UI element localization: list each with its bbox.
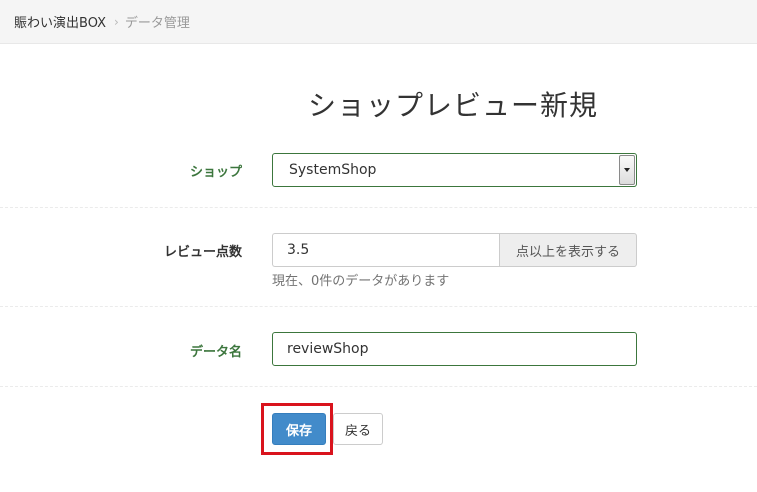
shop-select-value: SystemShop <box>289 162 377 178</box>
page-title: ショップレビュー新規 <box>308 89 599 122</box>
data-name-input[interactable] <box>272 332 637 366</box>
back-button[interactable]: 戻る <box>333 413 383 445</box>
review-score-input[interactable] <box>272 233 499 267</box>
chevron-down-icon <box>624 168 630 172</box>
breadcrumb-current: データ管理 <box>124 16 190 31</box>
row-divider <box>0 386 757 387</box>
save-button[interactable]: 保存 <box>272 413 326 445</box>
row-divider <box>0 306 757 307</box>
breadcrumb: 賑わい演出BOX › データ管理 <box>0 0 757 44</box>
review-score-label: レビュー点数 <box>163 245 242 260</box>
select-dropdown-button[interactable] <box>619 155 635 185</box>
shop-select[interactable]: SystemShop <box>272 153 637 187</box>
review-score-addon: 点以上を表示する <box>499 233 637 267</box>
review-score-input-group: 点以上を表示する <box>272 233 637 267</box>
shop-label: ショップ <box>189 165 242 180</box>
breadcrumb-home-link[interactable]: 賑わい演出BOX <box>14 12 106 31</box>
review-score-help-text: 現在、0件のデータがあります <box>272 274 450 289</box>
breadcrumb-separator-icon: › <box>114 14 119 29</box>
data-name-label: データ名 <box>189 345 242 360</box>
row-divider <box>0 207 757 208</box>
